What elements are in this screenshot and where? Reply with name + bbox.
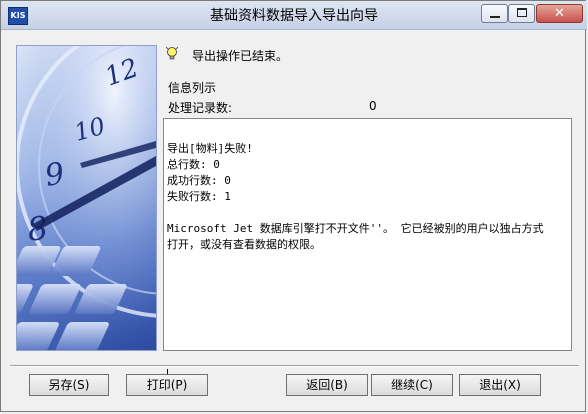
record-count-value: 0 [369,99,377,113]
save-as-button[interactable]: 另存(S) [29,374,109,396]
clock-keyboard-illustration: 12 10 9 8 [17,46,156,350]
back-button[interactable]: 返回(B) [286,374,368,396]
status-message: 导出操作已结束。 [192,49,289,63]
log-line: 导出[物料]失败! [167,142,253,155]
lightbulb-icon [165,46,179,60]
footer-separator [10,365,579,367]
close-button[interactable]: ✕ [536,4,583,23]
title-bar[interactable]: KIS 基础资料数据导入导出向导 ✕ [1,1,587,30]
maximize-button[interactable] [508,4,535,23]
log-line: Microsoft Jet 数据库引擎打不开文件''。 它已经被别的用户以独占方… [167,222,544,235]
exit-button[interactable]: 退出(X) [459,374,541,396]
close-icon: ✕ [554,6,565,21]
maximize-icon [517,8,527,17]
wizard-window: KIS 基础资料数据导入导出向导 ✕ 12 10 9 8 [0,0,587,412]
info-section-header: 信息列示 [168,81,217,95]
minimize-button[interactable] [481,4,508,23]
continue-button[interactable]: 继续(C) [371,374,453,396]
log-textarea[interactable]: 导出[物料]失败! 总行数: 0 成功行数: 0 失败行数: 1 Microso… [163,118,572,383]
record-count-label: 处理记录数: [168,101,233,115]
log-line: 总行数: 0 [167,158,220,171]
log-line: 成功行数: 0 [167,174,231,187]
side-image: 12 10 9 8 [16,45,157,351]
print-button[interactable]: 打印(P) [126,374,208,396]
log-line: 失败行数: 1 [167,190,231,203]
minimize-icon [490,16,500,18]
log-line: 打开，或没有查看数据的权限。 [167,238,321,251]
